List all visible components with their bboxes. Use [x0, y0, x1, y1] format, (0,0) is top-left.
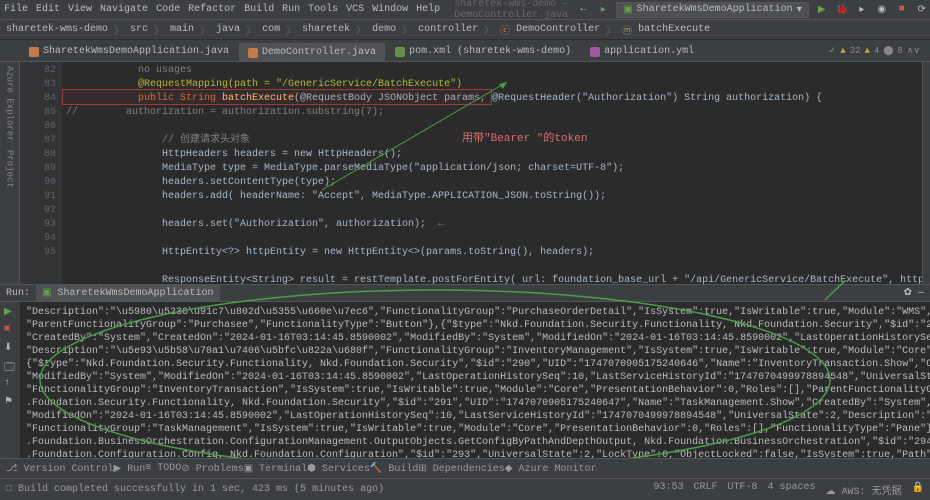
breadcrumb: sharetek-wms-demo〉 src〉 main〉 java〉 com〉… — [0, 20, 930, 40]
filter-icon[interactable]: ⚑ — [4, 396, 16, 408]
build-status: □ Build completed successfully in 1 sec,… — [6, 484, 384, 495]
code-editor[interactable]: no usages @RequestMapping(path = "/Gener… — [62, 62, 922, 284]
coverage-icon[interactable]: ▸ — [855, 3, 869, 17]
caret-position[interactable]: 93:53 — [653, 482, 683, 498]
profile-icon[interactable]: ◉ — [875, 3, 889, 17]
highlight-box — [62, 89, 492, 105]
attach-icon[interactable]: ⬇ — [4, 342, 16, 354]
tab-app[interactable]: SharetekWmsDemoApplication.java — [20, 42, 238, 61]
tab-pom[interactable]: pom.xml (sharetek-wms-demo) — [386, 42, 580, 61]
debug-icon[interactable]: 🐞 — [835, 3, 849, 17]
tw-terminal[interactable]: ▣ Terminal — [244, 463, 307, 475]
menu-window[interactable]: Window — [372, 4, 408, 15]
menu-run[interactable]: Run — [282, 4, 300, 15]
console-output[interactable]: "Description":"\u5980\u5236\u91c7\u802d\… — [20, 302, 930, 478]
annotation-text: 用带"Bearer "的token — [462, 132, 587, 146]
tw-todo[interactable]: ≡ TODO — [145, 463, 181, 474]
tw-problems[interactable]: ⊘ Problems — [181, 463, 243, 475]
menu-navigate[interactable]: Navigate — [100, 4, 148, 15]
tab-yml[interactable]: application.yml — [581, 42, 703, 61]
stop-run-icon[interactable]: ■ — [4, 324, 16, 336]
menu-edit[interactable]: Edit — [36, 4, 60, 15]
tw-version-control[interactable]: ⎇ Version Control — [6, 463, 114, 475]
azure-explorer-tab[interactable]: Azure Explorer — [5, 66, 15, 142]
project-tab[interactable]: Project — [5, 150, 15, 188]
indent[interactable]: 4 spaces — [768, 482, 816, 498]
run-panel-title: Run: — [6, 288, 30, 299]
up-icon[interactable]: ↑ — [4, 378, 16, 390]
inspection-widget[interactable]: ✓ ▲32 ▲4 ⬤8 ∧∨ — [829, 46, 920, 56]
tw-azure[interactable]: ◆ Azure Monitor — [505, 463, 597, 475]
layout-icon[interactable]: 🗔 — [4, 360, 16, 372]
menu-help[interactable]: Help — [416, 4, 440, 15]
run-config-select[interactable]: ▣SharetekWmsDemoApplication▾ — [616, 2, 809, 18]
run-tab[interactable]: ▣ SharetekWmsDemoApplication — [36, 285, 219, 301]
menu-code[interactable]: Code — [156, 4, 180, 15]
menu-build[interactable]: Build — [244, 4, 274, 15]
hammer-icon[interactable]: ▸ — [596, 3, 610, 17]
tw-run[interactable]: ▶ Run — [114, 463, 146, 475]
left-tool-strip[interactable]: Azure Explorer Project — [0, 62, 20, 284]
run-toolbar: ▶ ■ ⬇ 🗔 ↑ ⚑ — [0, 302, 20, 478]
menu-tools[interactable]: Tools — [308, 4, 338, 15]
error-stripe[interactable] — [922, 62, 930, 284]
rerun-icon[interactable]: ▶ — [4, 306, 16, 318]
run-settings-icon[interactable]: ✿ — — [904, 287, 924, 299]
stop-icon[interactable]: ■ — [895, 3, 909, 17]
menu-view[interactable]: View — [68, 4, 92, 15]
tab-controller[interactable]: DemoController.java — [239, 43, 385, 61]
run-icon[interactable]: ▶ — [815, 3, 829, 17]
menu-file[interactable]: File — [4, 4, 28, 15]
lock-icon[interactable]: 🔒 — [912, 482, 924, 498]
aws-status[interactable]: ☁ AWS: 无凭据 — [826, 482, 902, 498]
tw-dependencies[interactable]: ⊞ Dependencies — [418, 463, 504, 475]
line-gutter: 8283848586878889909192939495 — [20, 62, 62, 284]
encoding[interactable]: UTF-8 — [727, 482, 757, 498]
menu-refactor[interactable]: Refactor — [188, 4, 236, 15]
git-update-icon[interactable]: ⟳ — [915, 3, 929, 17]
back-icon[interactable]: ← — [576, 3, 590, 17]
tw-build[interactable]: 🔨 Build — [370, 463, 418, 475]
tw-services[interactable]: ⬢ Services — [307, 463, 370, 475]
menu-vcs[interactable]: VCS — [346, 4, 364, 15]
line-sep[interactable]: CRLF — [693, 482, 717, 498]
window-title: sharetek-wms-demo – DemoController.java — [454, 0, 568, 21]
